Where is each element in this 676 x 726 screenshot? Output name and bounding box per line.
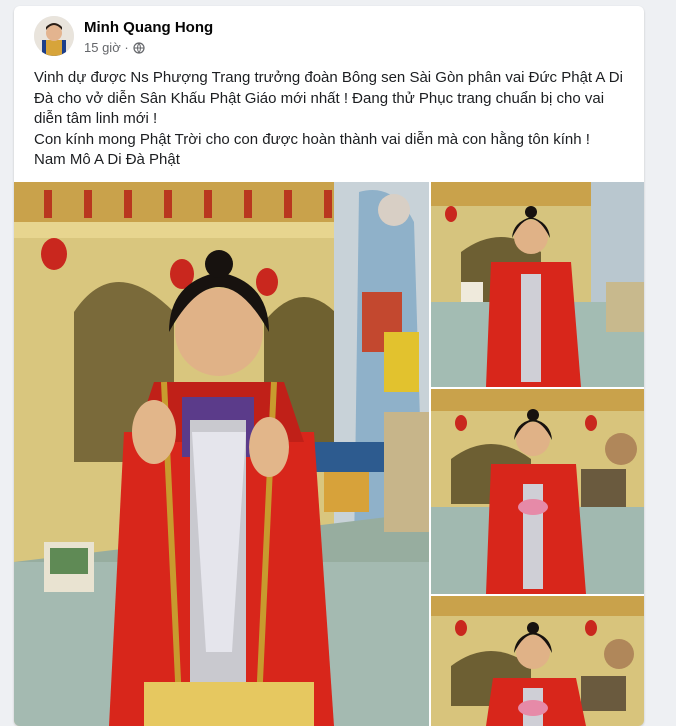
post-text: Vinh dự được Ns Phượng Trang trưởng đoàn… — [34, 68, 634, 171]
globe-icon — [133, 41, 145, 54]
post-header: Minh Quang Hong 15 giờ · — [34, 16, 624, 60]
photo-thumbnail[interactable] — [431, 389, 644, 594]
photo-thumbnail[interactable] — [431, 182, 644, 387]
photo-thumbnail[interactable] — [431, 596, 644, 726]
author-name[interactable]: Minh Quang Hong — [84, 19, 213, 36]
post-text-line: Con kính mong Phật Trời cho con được hoà… — [34, 130, 590, 148]
author-avatar[interactable] — [34, 16, 74, 56]
photo-main[interactable] — [14, 182, 429, 726]
post-text-line: Nam Mô A Di Đà Phật — [34, 151, 180, 168]
post-meta: 15 giờ · — [84, 40, 145, 55]
photo-gallery — [14, 182, 644, 726]
post-card: Minh Quang Hong 15 giờ · Vinh dự được Ns… — [14, 6, 644, 726]
post-time[interactable]: 15 giờ · — [84, 40, 129, 55]
post-text-line: Vinh dự được Ns Phượng Trang trưởng đoàn… — [34, 69, 623, 127]
